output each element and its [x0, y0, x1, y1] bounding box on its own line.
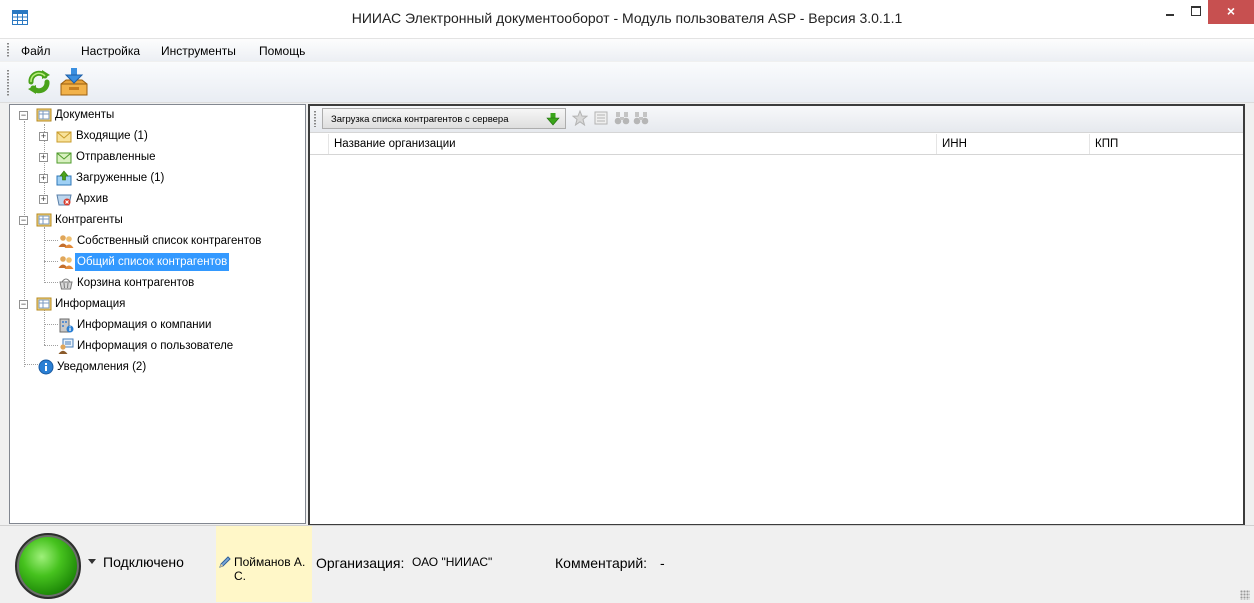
tree-node-label: Общий список контрагентов — [75, 253, 230, 271]
download-icon[interactable] — [58, 66, 90, 98]
navigation-tree[interactable]: − Документы + Входящие (1) + Отправленны… — [9, 104, 306, 524]
load-counterparties-button[interactable]: Загрузка списка контрагентов с сервера — [322, 108, 566, 129]
title-bar: НИИАС Электронный документооборот - Моду… — [0, 0, 1254, 39]
menu-file[interactable]: Файл — [21, 44, 51, 58]
organization-label: Организация: — [316, 555, 405, 571]
close-button[interactable]: × — [1208, 0, 1254, 24]
binoculars-icon[interactable] — [614, 110, 630, 126]
row-header-corner — [310, 134, 328, 154]
tree-node-documents[interactable]: − Документы — [10, 105, 300, 125]
toolbar-grip[interactable] — [7, 70, 9, 96]
star-icon[interactable] — [572, 110, 588, 126]
tree-node-label: Информация о пользователе — [77, 340, 234, 352]
menu-tools[interactable]: Инструменты — [161, 44, 236, 58]
tree-node-sent[interactable]: + Отправленные — [10, 147, 300, 167]
menu-bar: Файл Настройка Инструменты Помощь — [0, 39, 1254, 61]
status-bar: Подключено Пойманов А. С. Организация: О… — [0, 525, 1254, 603]
envelope-sent-icon — [56, 152, 72, 164]
binoculars-next-icon[interactable] — [633, 110, 649, 126]
folder-grid-icon — [36, 108, 52, 122]
counterparties-panel: Загрузка списка контрагентов с сервера Н… — [308, 104, 1245, 526]
connection-status-indicator[interactable] — [15, 533, 81, 599]
column-header-label: КПП — [1095, 138, 1119, 150]
user-info-icon — [58, 338, 74, 354]
current-user-name: Пойманов А. С. — [234, 555, 306, 583]
comment-value: - — [660, 555, 665, 571]
tree-node-own-list[interactable]: Собственный список контрагентов — [10, 231, 300, 251]
tree-node-label: Загруженные (1) — [76, 172, 165, 184]
tree-node-user-info[interactable]: Информация о пользователе — [10, 336, 300, 356]
tree-node-label: Информация о компании — [77, 319, 212, 331]
arrow-down-icon — [546, 113, 560, 126]
users-icon — [58, 256, 74, 269]
collapse-icon[interactable]: − — [19, 300, 28, 309]
refresh-icon[interactable] — [23, 66, 55, 98]
connection-status-text: Подключено — [103, 554, 184, 570]
minimize-button[interactable] — [1157, 0, 1183, 24]
column-header-inn[interactable]: ИНН — [936, 134, 1089, 154]
tree-node-label: Архив — [76, 193, 109, 205]
menu-settings[interactable]: Настройка — [81, 44, 140, 58]
comment-label: Комментарий: — [555, 555, 648, 571]
tree-node-notifications[interactable]: Уведомления (2) — [10, 357, 300, 377]
maximize-button[interactable] — [1183, 0, 1209, 24]
collapse-icon[interactable]: − — [19, 216, 28, 225]
main-toolbar — [0, 62, 1254, 103]
folder-grid-icon — [36, 213, 52, 227]
tree-node-label: Документы — [55, 109, 115, 121]
expand-icon[interactable]: + — [39, 174, 48, 183]
column-header-kpp[interactable]: КПП — [1089, 134, 1243, 154]
users-icon — [58, 235, 74, 248]
tree-node-inbox[interactable]: + Входящие (1) — [10, 126, 300, 146]
panel-toolbar: Загрузка списка контрагентов с сервера — [310, 106, 1243, 133]
column-header-label: ИНН — [942, 138, 967, 150]
tree-node-label: Контрагенты — [55, 214, 123, 226]
dropdown-arrow-icon[interactable] — [88, 559, 96, 564]
upload-folder-icon — [56, 170, 72, 186]
expand-icon[interactable]: + — [39, 132, 48, 141]
tree-node-label: Уведомления (2) — [57, 361, 147, 373]
folder-grid-icon — [36, 297, 52, 311]
column-header-name[interactable]: Название организации — [328, 134, 936, 154]
tree-node-common-list[interactable]: Общий список контрагентов — [10, 252, 300, 272]
tree-node-uploaded[interactable]: + Загруженные (1) — [10, 168, 300, 188]
tree-node-counterparty-basket[interactable]: Корзина контрагентов — [10, 273, 300, 293]
info-circle-icon — [38, 359, 54, 375]
expand-icon[interactable]: + — [39, 153, 48, 162]
toolbar-grip[interactable] — [314, 111, 316, 127]
tree-node-label: Собственный список контрагентов — [77, 235, 262, 247]
tree-node-company-info[interactable]: Информация о компании — [10, 315, 300, 335]
resize-grip[interactable] — [1240, 590, 1250, 600]
tree-node-counterparties[interactable]: − Контрагенты — [10, 210, 300, 230]
column-header-label: Название организации — [334, 138, 456, 150]
list-icon[interactable] — [593, 110, 609, 126]
organization-value: ОАО "НИИАС" — [412, 555, 493, 569]
window-title: НИИАС Электронный документооборот - Моду… — [351, 10, 903, 26]
tree-node-archive[interactable]: + Архив — [10, 189, 300, 209]
collapse-icon[interactable]: − — [19, 111, 28, 120]
tree-node-label: Входящие (1) — [76, 130, 148, 142]
basket-icon — [59, 278, 73, 290]
tree-node-label: Отправленные — [76, 151, 156, 163]
menu-help[interactable]: Помощь — [259, 44, 305, 58]
envelope-open-icon — [56, 131, 72, 143]
menu-grip[interactable] — [7, 43, 9, 57]
current-user-box: Пойманов А. С. — [216, 526, 312, 602]
company-info-icon — [59, 318, 74, 333]
tree-node-information[interactable]: − Информация — [10, 294, 300, 314]
pencil-icon — [219, 556, 231, 568]
load-button-label: Загрузка списка контрагентов с сервера — [331, 114, 509, 125]
expand-icon[interactable]: + — [39, 195, 48, 204]
tree-node-label: Информация — [55, 298, 126, 310]
counterparties-grid-header: Название организации ИНН КПП — [310, 134, 1243, 155]
archive-icon — [56, 194, 72, 206]
tree-node-label: Корзина контрагентов — [77, 277, 195, 289]
close-icon: × — [1226, 3, 1236, 19]
